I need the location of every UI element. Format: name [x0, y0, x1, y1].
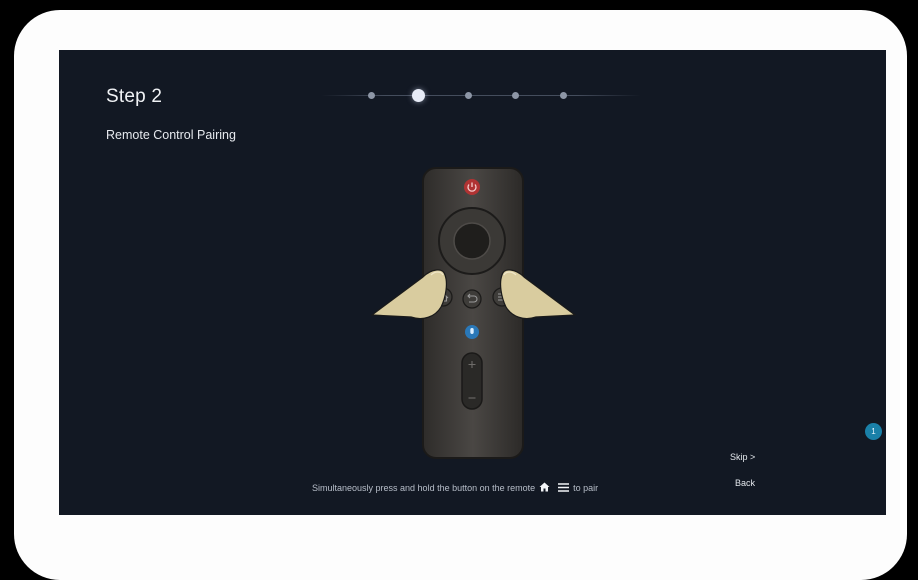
setup-screen: Step 2 Remote Control Pairing Simultaneo…: [59, 50, 886, 515]
dpad-ring: [438, 207, 506, 275]
instruction-text: Simultaneously press and hold the button…: [312, 483, 536, 493]
skip-button[interactable]: Skip >: [730, 452, 755, 462]
progress-dot-3: [465, 92, 472, 99]
page-subtitle: Remote Control Pairing: [106, 128, 236, 142]
instruction-text-suffix: to pair: [573, 483, 599, 493]
volume-rocker: [461, 352, 483, 410]
remote-pairing-illustration: [371, 167, 576, 459]
page-title: Step 2: [106, 86, 163, 107]
microphone-icon: [465, 325, 479, 339]
notification-badge[interactable]: 1: [865, 423, 882, 440]
back-button[interactable]: Back: [735, 478, 755, 488]
progress-dot-5: [560, 92, 567, 99]
progress-dot-4: [512, 92, 519, 99]
back-button-icon: [462, 289, 482, 309]
menu-icon: [558, 482, 570, 494]
power-icon: [464, 179, 480, 195]
step-progress-indicator: [321, 86, 641, 106]
progress-dot-2-current: [412, 89, 425, 102]
right-hand-illustration: [500, 269, 576, 320]
left-hand-illustration: [371, 269, 447, 320]
pairing-instruction: Simultaneously press and hold the button…: [312, 482, 598, 494]
home-icon: [539, 482, 550, 494]
progress-dot-1: [368, 92, 375, 99]
